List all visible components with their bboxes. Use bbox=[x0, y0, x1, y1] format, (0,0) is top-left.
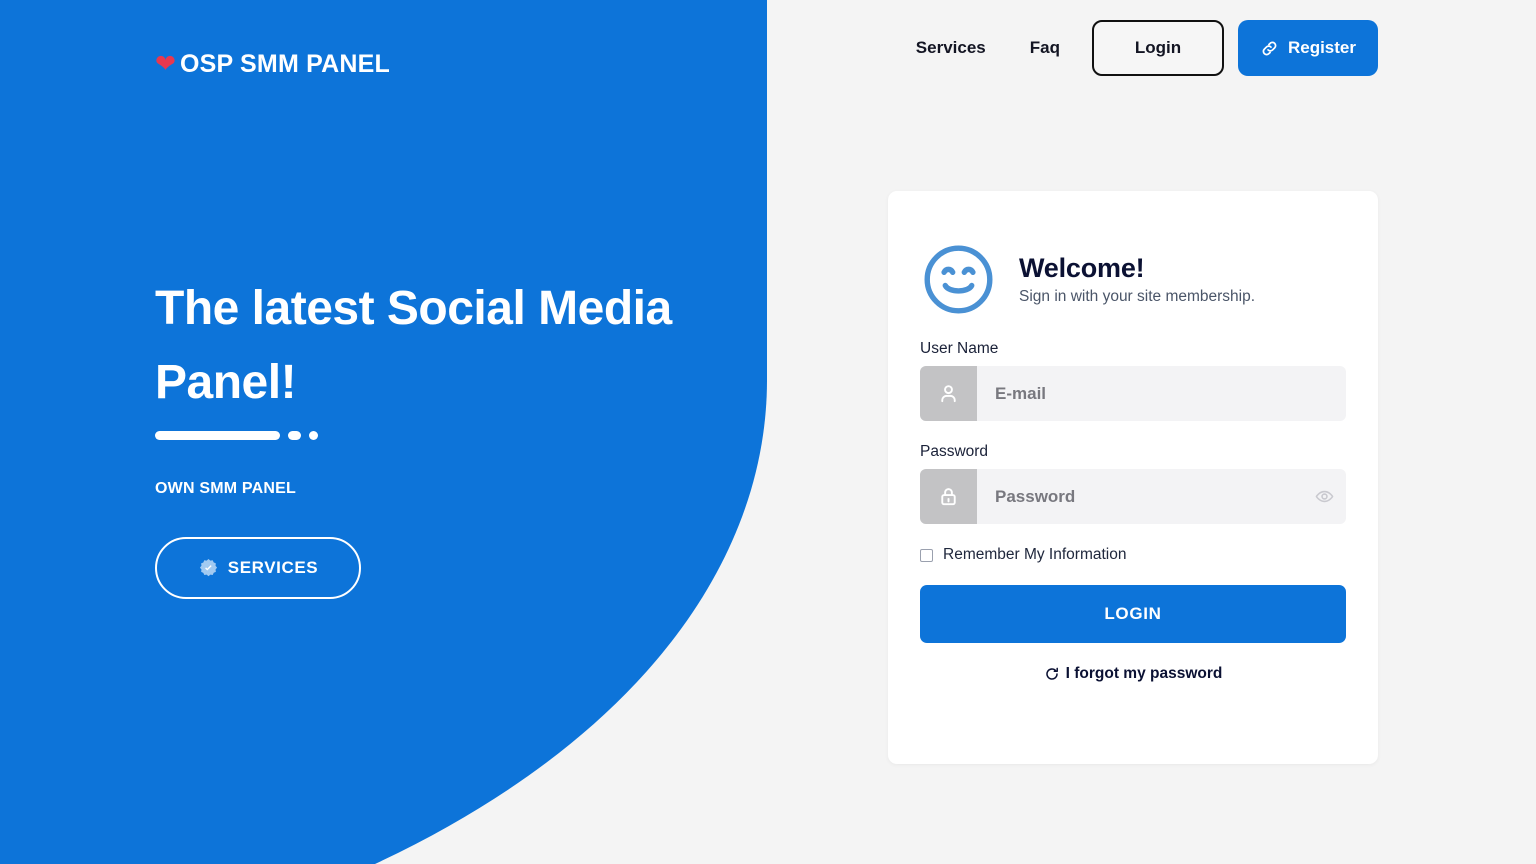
username-field-row bbox=[920, 366, 1346, 421]
hero-subtitle: OWN SMM PANEL bbox=[155, 480, 296, 497]
welcome-title: Welcome! bbox=[1019, 253, 1145, 283]
password-input[interactable] bbox=[977, 469, 1302, 524]
link-chain-icon bbox=[1262, 41, 1277, 55]
top-navigation: Services Faq Login Register bbox=[894, 20, 1378, 76]
verified-badge-icon bbox=[199, 558, 217, 576]
login-card: Welcome! Sign in with your site membersh… bbox=[888, 191, 1378, 764]
remember-me-label: Remember My Information bbox=[943, 546, 1127, 563]
welcome-header: Welcome! Sign in with your site membersh… bbox=[920, 191, 1346, 318]
nav-login-label: Login bbox=[1134, 38, 1182, 57]
nav-link-faq[interactable]: Faq bbox=[1008, 38, 1082, 58]
nav-login-button[interactable]: Login bbox=[1091, 20, 1224, 76]
lock-icon-box bbox=[920, 469, 977, 524]
heart-icon: ❤ bbox=[155, 50, 176, 78]
eye-icon bbox=[1315, 490, 1333, 503]
password-visibility-toggle[interactable] bbox=[1302, 469, 1346, 524]
user-icon bbox=[941, 385, 956, 403]
smiley-face-icon bbox=[924, 245, 993, 314]
hero-content: ❤ OSP SMM PANEL The latest Social Media … bbox=[0, 0, 790, 864]
divider-dot-small bbox=[309, 431, 318, 440]
nav-register-label: Register bbox=[1287, 38, 1356, 57]
hero-divider bbox=[155, 431, 318, 440]
user-icon-box bbox=[920, 366, 977, 421]
username-label: User Name bbox=[920, 340, 999, 357]
services-button[interactable]: SERVICES bbox=[155, 537, 361, 599]
brand-name: OSP SMM PANEL bbox=[179, 50, 390, 78]
username-input[interactable] bbox=[977, 366, 1346, 421]
brand-logo[interactable]: ❤ OSP SMM PANEL bbox=[155, 50, 390, 79]
hero-title: The latest Social Media Panel! bbox=[155, 282, 672, 410]
nav-register-button[interactable]: Register bbox=[1237, 20, 1378, 76]
services-button-label: SERVICES bbox=[227, 558, 319, 577]
forgot-password-link[interactable]: I forgot my password bbox=[920, 665, 1346, 683]
login-submit-button[interactable]: LOGIN bbox=[920, 585, 1346, 643]
lock-icon bbox=[941, 488, 956, 506]
password-label: Password bbox=[920, 443, 989, 460]
divider-dot-large bbox=[288, 431, 301, 440]
remember-me-checkbox[interactable] bbox=[920, 548, 933, 562]
welcome-subtitle: Sign in with your site membership. bbox=[1019, 288, 1256, 305]
nav-link-services[interactable]: Services bbox=[894, 38, 1008, 58]
refresh-icon bbox=[1045, 667, 1058, 680]
forgot-password-label: I forgot my password bbox=[1065, 665, 1223, 682]
password-field-row bbox=[920, 469, 1346, 524]
remember-me-row[interactable]: Remember My Information bbox=[920, 546, 1346, 564]
divider-bar bbox=[155, 431, 280, 440]
